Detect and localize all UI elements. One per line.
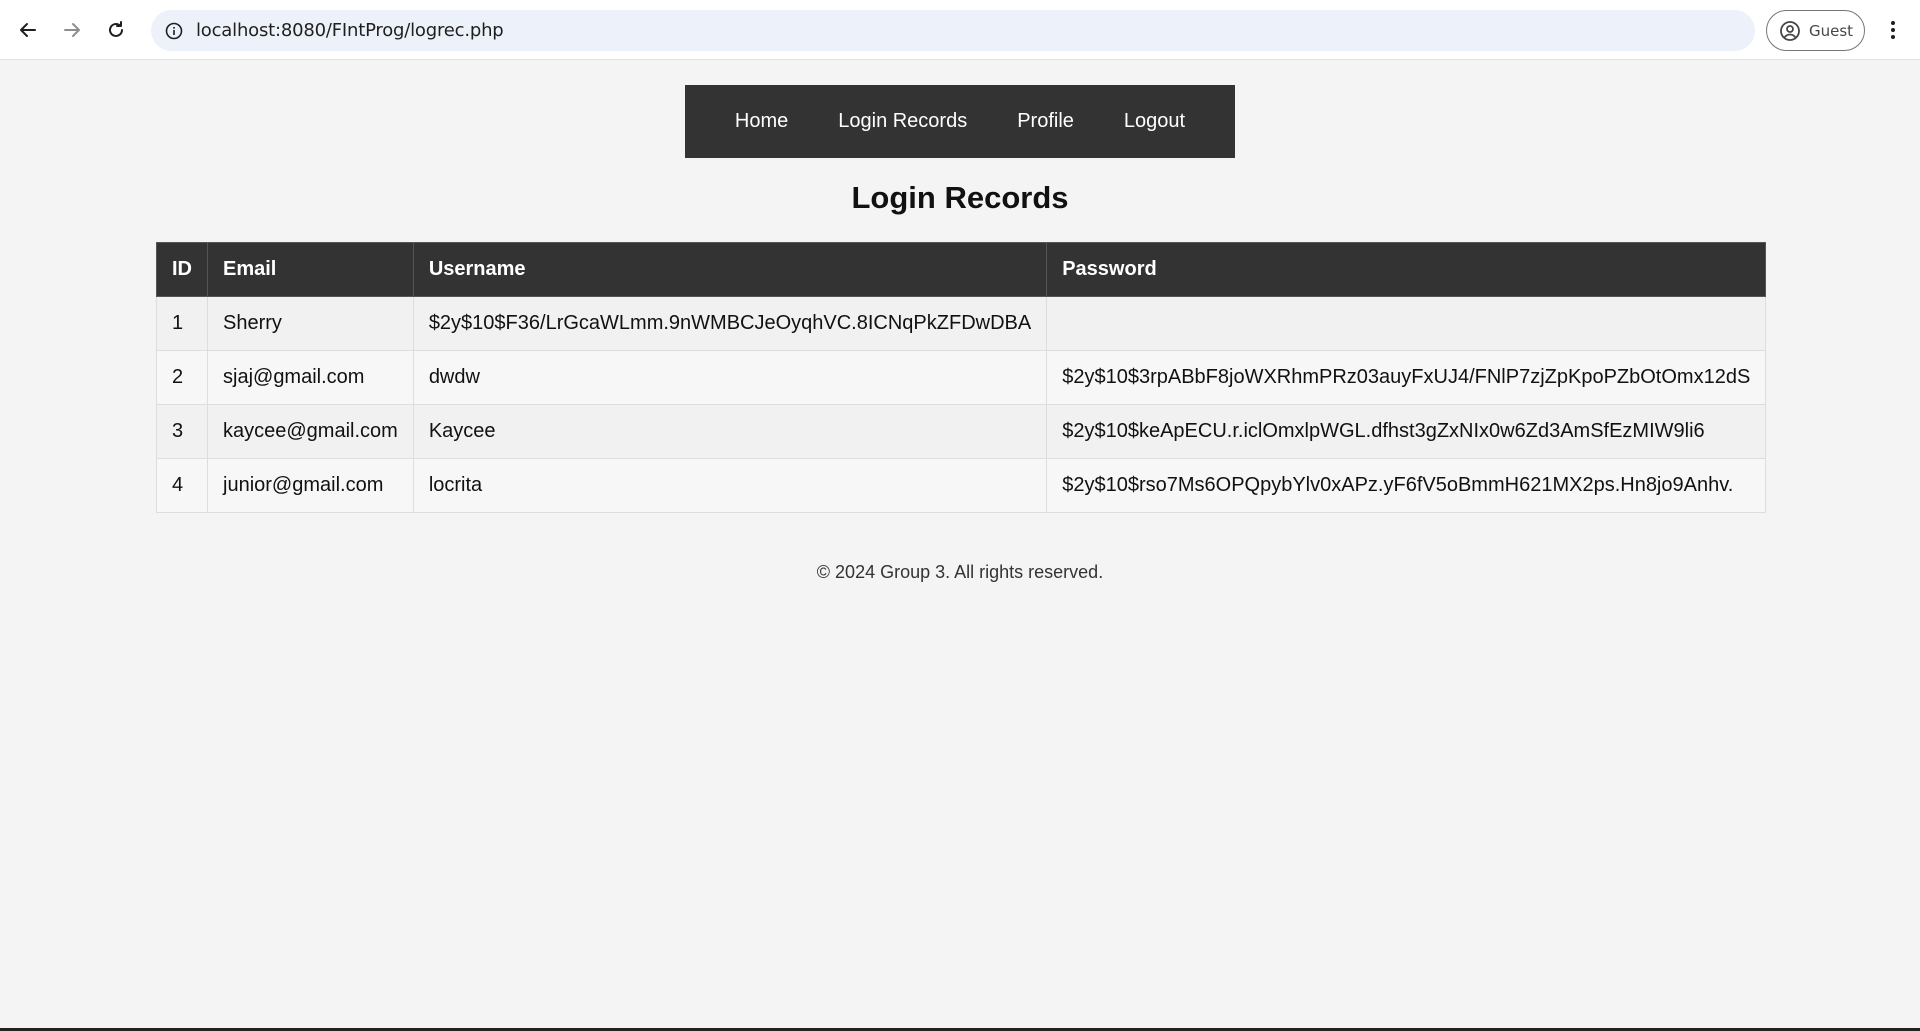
header-email: Email (207, 242, 414, 297)
arrow-right-icon (64, 23, 80, 37)
nav-home-link[interactable]: Home (710, 110, 813, 133)
back-button[interactable] (10, 12, 46, 48)
top-navigation: Home Login Records Profile Logout (685, 85, 1235, 158)
browser-toolbar: localhost:8080/FIntProg/logrec.php Guest (0, 0, 1920, 60)
cell-password: $2y$10$keApECU.r.iclOmxlpWGL.dfhst3gZxNI… (1046, 404, 1767, 459)
cell-username: dwdw (412, 350, 1048, 405)
account-circle-icon (1780, 20, 1800, 41)
page-content: Home Login Records Profile Logout Login … (0, 61, 1920, 1029)
header-id: ID (156, 242, 208, 297)
cell-id: 4 (156, 458, 208, 513)
footer-copyright: © 2024 Group 3. All rights reserved. (816, 562, 1104, 582)
header-username: Username (412, 242, 1048, 297)
page-title: Login Records (851, 180, 1069, 215)
cell-password (1046, 296, 1767, 351)
profile-label: Guest (1809, 21, 1854, 40)
cell-id: 2 (156, 350, 208, 405)
table-row: 1 Sherry $2y$10$F36/LrGcaWLmm.9nWMBCJeOy… (156, 296, 1767, 351)
reload-icon (109, 21, 123, 37)
arrow-left-icon (20, 23, 36, 37)
cell-password: $2y$10$3rpABbF8joWXRhmPRz03auyFxUJ4/FNlP… (1046, 350, 1767, 405)
site-info-icon[interactable] (164, 21, 184, 41)
table-row: 4 junior@gmail.com locrita $2y$10$rso7Ms… (156, 458, 1767, 513)
cell-email: Sherry (207, 296, 414, 351)
nav-logout-link[interactable]: Logout (1099, 110, 1210, 133)
profile-button[interactable]: Guest (1766, 10, 1865, 51)
login-records-table: ID Email Username Password 1 Sherry $2y$… (156, 242, 1767, 513)
browser-menu-button[interactable] (1877, 12, 1909, 48)
table-row: 2 sjaj@gmail.com dwdw $2y$10$3rpABbF8joW… (156, 350, 1767, 405)
cell-email: sjaj@gmail.com (207, 350, 414, 405)
reload-button[interactable] (98, 12, 134, 48)
cell-id: 3 (156, 404, 208, 459)
more-vert-icon (1891, 21, 1895, 39)
cell-username: Kaycee (412, 404, 1048, 459)
table-row: 3 kaycee@gmail.com Kaycee $2y$10$keApECU… (156, 404, 1767, 459)
cell-username: $2y$10$F36/LrGcaWLmm.9nWMBCJeOyqhVC.8ICN… (412, 296, 1048, 351)
table-header-row: ID Email Username Password (156, 242, 1767, 297)
cell-password: $2y$10$rso7Ms6OPQpybYlv0xAPz.yF6fV5oBmmH… (1046, 458, 1767, 513)
nav-profile-link[interactable]: Profile (992, 110, 1099, 133)
forward-button[interactable] (54, 12, 90, 48)
url-text: localhost:8080/FIntProg/logrec.php (196, 20, 504, 41)
cell-email: junior@gmail.com (207, 458, 414, 513)
cell-email: kaycee@gmail.com (207, 404, 414, 459)
nav-login-records-link[interactable]: Login Records (813, 110, 992, 133)
address-bar[interactable]: localhost:8080/FIntProg/logrec.php (151, 10, 1755, 51)
header-password: Password (1046, 242, 1767, 297)
cell-id: 1 (156, 296, 208, 351)
cell-username: locrita (412, 458, 1048, 513)
